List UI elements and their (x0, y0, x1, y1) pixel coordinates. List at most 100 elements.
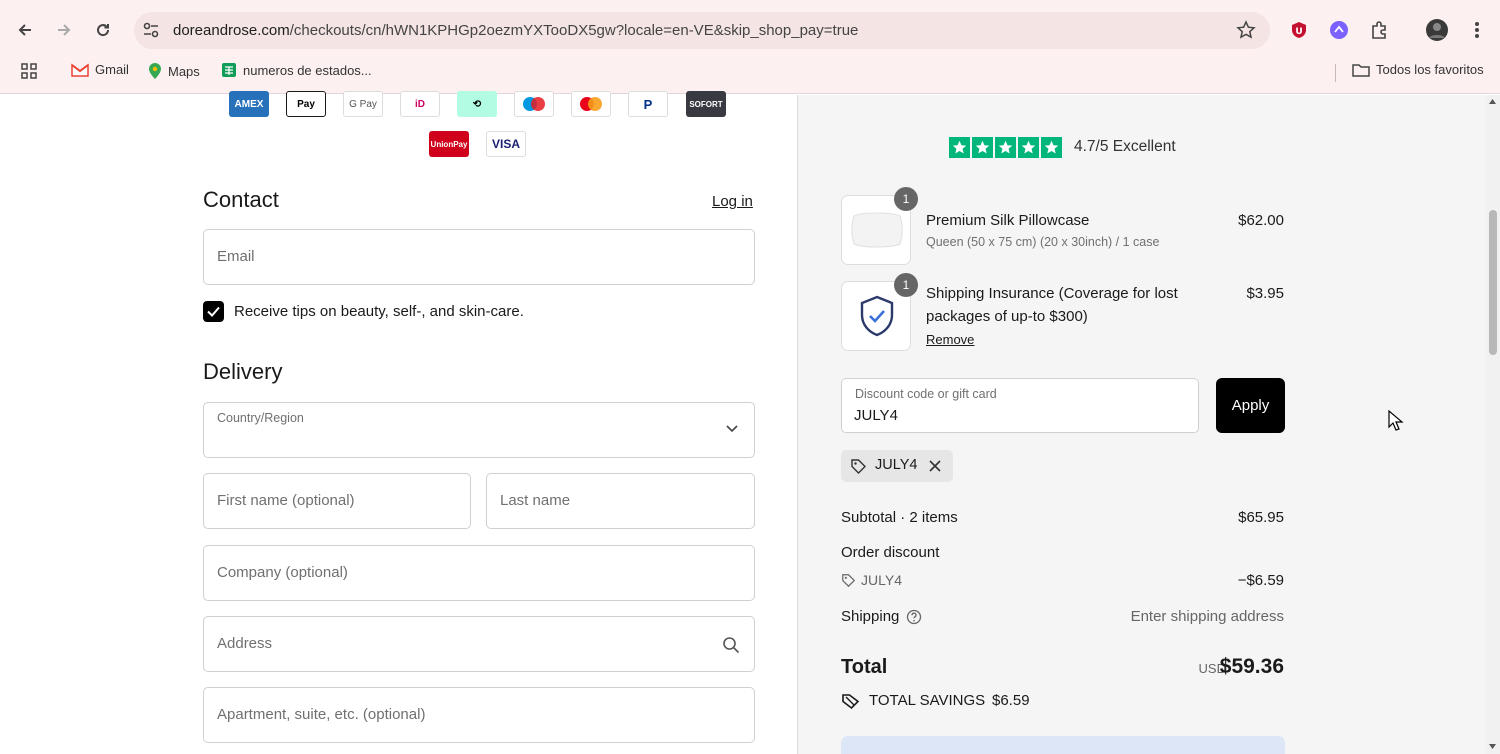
amex-icon: AMEX (229, 91, 269, 117)
maps-icon (149, 63, 161, 79)
url-text: doreandrose.com/checkouts/cn/hWN1KPHGp2o… (173, 22, 859, 39)
browser-chrome: doreandrose.com/checkouts/cn/hWN1KPHGp2o… (0, 0, 1500, 94)
address-field[interactable]: Address (203, 616, 755, 672)
applied-discount-tag: JULY4 (841, 450, 953, 482)
ideal-icon: iD (400, 91, 440, 117)
first-name-placeholder: First name (optional) (217, 492, 355, 509)
item-price: $3.95 (1246, 285, 1284, 302)
last-name-placeholder: Last name (500, 492, 571, 509)
marketing-checkbox[interactable] (203, 301, 224, 322)
ublock-extension-icon[interactable]: U (1287, 18, 1311, 42)
order-discount-label: Order discount (841, 544, 940, 561)
paypal-icon: P (628, 91, 668, 117)
order-summary-column: 4.7/5 Excellent 1 Premium Silk Pillowcas… (797, 95, 1485, 754)
bookmark-numeros[interactable]: numeros de estados... (221, 62, 372, 78)
help-circle-icon[interactable] (906, 609, 922, 625)
rating-text: 4.7/5 Excellent (1074, 138, 1176, 155)
total-savings-value: $6.59 (992, 692, 1030, 709)
item-variant: Queen (50 x 75 cm) (20 x 30inch) / 1 cas… (926, 235, 1160, 249)
order-discount-value: −$6.59 (1237, 572, 1284, 589)
close-icon[interactable] (929, 460, 941, 472)
scroll-down-arrow-icon[interactable] (1488, 743, 1497, 750)
scroll-up-arrow-icon[interactable] (1488, 98, 1497, 105)
company-field[interactable]: Company (optional) (203, 545, 755, 601)
visa-icon: VISA (486, 131, 526, 157)
bookmark-star-icon[interactable] (1236, 20, 1256, 45)
delivery-heading: Delivery (203, 359, 283, 384)
star-icon (949, 137, 970, 158)
all-bookmarks-label: Todos los favoritos (1376, 62, 1484, 77)
svg-text:U: U (1295, 27, 1302, 37)
item-name-line2: packages of up-to $300) (926, 308, 1088, 325)
shield-check-icon (860, 295, 894, 337)
address-placeholder: Address (217, 635, 273, 652)
email-field[interactable]: Email (203, 229, 755, 285)
discount-code-field[interactable]: Discount code or gift card JULY4 (841, 378, 1199, 433)
star-icon (1041, 137, 1062, 158)
apps-grid-icon[interactable] (20, 62, 38, 80)
shipping-value: Enter shipping address (1130, 608, 1284, 625)
pillow-icon (851, 212, 903, 248)
last-name-field[interactable]: Last name (486, 473, 755, 529)
subtotal-value: $65.95 (1238, 509, 1284, 526)
search-icon (723, 637, 740, 654)
quantity-badge: 1 (894, 273, 918, 297)
bookmarks-divider (1335, 64, 1336, 82)
item-name: Premium Silk Pillowcase (926, 212, 1090, 229)
apartment-field[interactable]: Apartment, suite, etc. (optional) (203, 687, 755, 743)
discount-code-label: Discount code or gift card (855, 387, 997, 401)
bookmark-label: Maps (168, 63, 200, 79)
google-pay-icon: G Pay (343, 91, 383, 117)
afterpay-icon: ⟲ (457, 91, 497, 117)
back-arrow-icon[interactable] (11, 16, 39, 44)
profile-avatar-icon[interactable] (1425, 18, 1449, 42)
site-info-icon[interactable] (142, 21, 162, 41)
mouse-cursor-icon (1388, 410, 1404, 431)
trustpilot-stars (949, 137, 1062, 158)
checkmark-icon (207, 306, 220, 317)
sofort-icon: SOFORT (686, 91, 726, 117)
page-scrollbar[interactable] (1485, 95, 1500, 754)
bookmark-maps[interactable]: Maps (148, 62, 200, 80)
bookmark-gmail[interactable]: Gmail (71, 62, 129, 77)
item-name-line1: Shipping Insurance (Coverage for lost (926, 285, 1178, 302)
forward-arrow-icon[interactable] (50, 16, 78, 44)
login-link[interactable]: Log in (712, 193, 753, 210)
bookmark-label: Gmail (95, 62, 129, 77)
bookmark-label: numeros de estados... (243, 62, 372, 78)
maestro-icon (514, 91, 554, 117)
browser-menu-icon[interactable] (1465, 18, 1489, 42)
quantity-badge: 1 (894, 187, 918, 211)
reload-icon[interactable] (89, 16, 117, 44)
address-bar[interactable]: doreandrose.com/checkouts/cn/hWN1KPHGp2o… (134, 12, 1270, 49)
apple-pay-icon: Pay (286, 91, 326, 117)
chevron-down-icon (726, 425, 738, 433)
country-region-select[interactable]: Country/Region (203, 402, 755, 458)
purple-extension-icon[interactable] (1327, 18, 1351, 42)
gmail-icon (71, 63, 89, 77)
total-savings-label: TOTAL SAVINGS (869, 692, 986, 709)
star-icon (1018, 137, 1039, 158)
sheets-icon (222, 63, 236, 77)
item-price: $62.00 (1238, 212, 1284, 229)
folder-icon (1352, 63, 1370, 77)
extensions-puzzle-icon[interactable] (1367, 18, 1391, 42)
bookmarks-bar: Gmail Maps numeros de estados... Todos l… (0, 58, 1500, 84)
applied-discount-code: JULY4 (875, 457, 918, 473)
apply-button[interactable]: Apply (1216, 378, 1285, 433)
shipping-label: Shipping (841, 608, 900, 625)
contact-heading: Contact (203, 187, 279, 212)
first-name-field[interactable]: First name (optional) (203, 473, 471, 529)
order-discount-code: JULY4 (861, 572, 902, 588)
checkout-form-column: AMEX Pay G Pay iD ⟲ P SOFORT UnionPay VI… (0, 91, 797, 754)
total-value: $59.36 (1219, 655, 1284, 678)
all-bookmarks-folder[interactable]: Todos los favoritos (1352, 62, 1484, 77)
discount-code-value: JULY4 (854, 407, 898, 424)
savings-tag-icon (842, 694, 860, 710)
company-placeholder: Company (optional) (217, 564, 348, 581)
scroll-thumb[interactable] (1489, 210, 1497, 355)
email-placeholder: Email (217, 248, 255, 265)
info-banner (841, 736, 1285, 754)
remove-item-link[interactable]: Remove (926, 332, 974, 347)
apartment-placeholder: Apartment, suite, etc. (optional) (217, 706, 426, 723)
